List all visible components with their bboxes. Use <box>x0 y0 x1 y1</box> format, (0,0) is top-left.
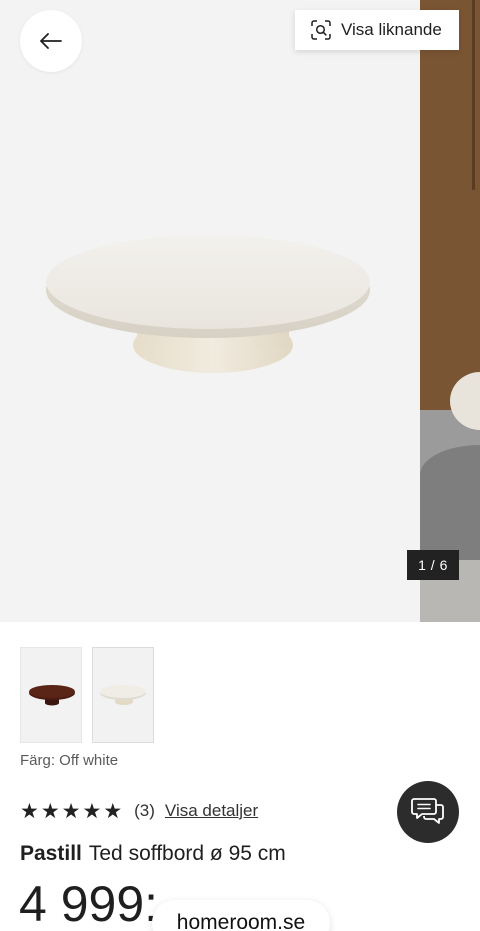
coffee-table-image <box>46 235 370 373</box>
star-icon: ★ <box>61 799 81 823</box>
chat-bubbles-icon <box>411 798 444 824</box>
back-button[interactable] <box>20 10 82 72</box>
image-counter: 1 / 6 <box>407 550 459 580</box>
show-similar-button[interactable]: Visa liknande <box>295 10 459 50</box>
selected-color-label: Färg: Off white <box>20 752 119 769</box>
thumbnail-table-image <box>29 685 75 706</box>
thumbnail-strip <box>20 647 154 743</box>
product-title: Ted soffbord ø 95 cm <box>88 842 286 865</box>
product-image-main <box>0 0 420 622</box>
chat-button[interactable] <box>397 781 459 843</box>
star-icon: ★ <box>40 799 60 823</box>
star-icon: ★ <box>82 799 102 823</box>
thumbnail-off-white[interactable] <box>92 647 154 743</box>
thumbnail-table-image <box>100 685 146 705</box>
show-similar-label: Visa liknande <box>341 20 442 39</box>
thumbnail-dark-brown[interactable] <box>20 647 82 743</box>
product-image-next <box>420 0 480 622</box>
arrow-left-icon <box>40 33 62 49</box>
product-image-gallery[interactable]: Visa liknande 1 / 6 <box>0 0 480 622</box>
site-domain-pill[interactable]: homeroom.se <box>152 900 330 931</box>
show-details-link[interactable]: Visa detaljer <box>165 801 258 821</box>
product-brand: Pastill <box>20 842 82 865</box>
review-count: (3) <box>134 801 155 820</box>
visual-search-icon <box>311 20 331 40</box>
product-name: Pastill Ted soffbord ø 95 cm <box>20 842 286 866</box>
star-icon: ★ <box>20 799 39 823</box>
rating-stars: ★ ★ ★ ★ ★ <box>20 800 122 822</box>
star-icon: ★ <box>103 799 123 823</box>
product-rating: ★ ★ ★ ★ ★ (3) Visa detaljer <box>20 800 258 822</box>
